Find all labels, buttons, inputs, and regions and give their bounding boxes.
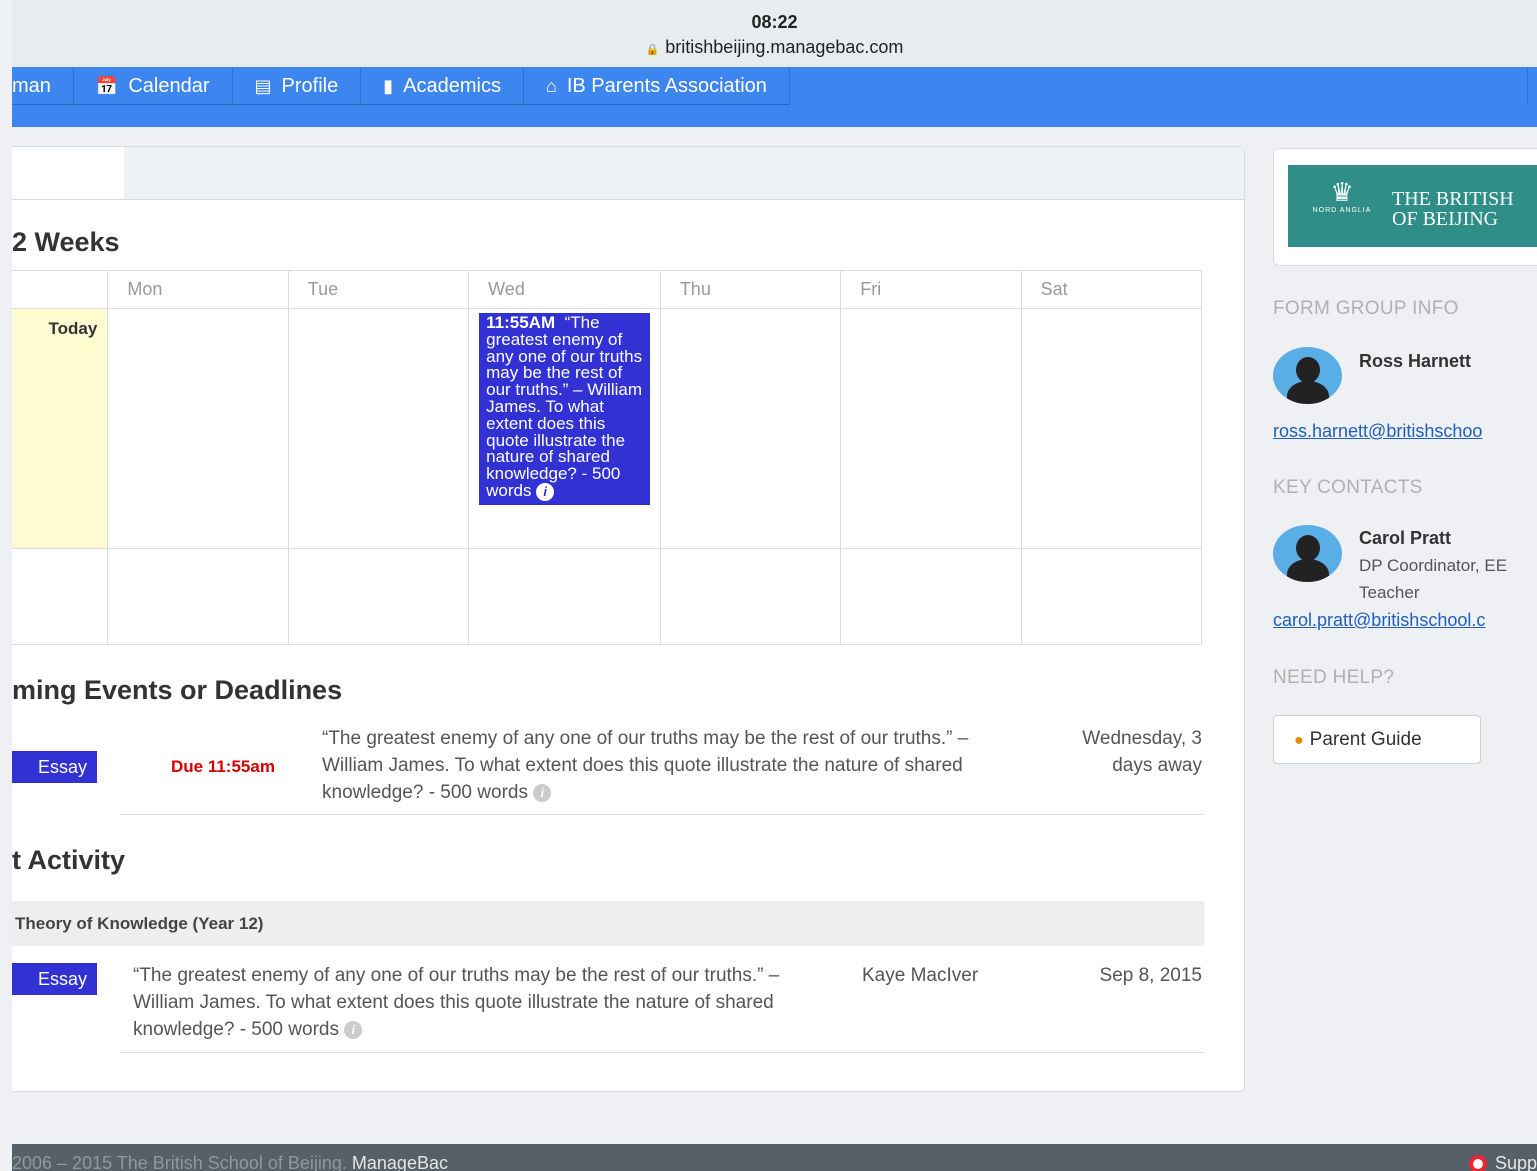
calendar-cell[interactable] [107,548,289,645]
school-logo-box: ♛ NORD ANGLIA THE BRITISH OF BEIJING [1273,148,1537,266]
contact-email[interactable]: carol.pratt@britishschool.c [1273,610,1485,631]
footer: 2006 – 2015 The British School of Beijin… [12,1144,1537,1171]
calendar-cell[interactable] [287,308,470,549]
calendar-event[interactable]: 11:55AM “The greatest enemy of any one o… [479,313,650,505]
activity-date: Sep 8, 2015 [1099,965,1202,986]
today-label: Today [12,308,109,549]
parent-guide-button[interactable]: ● Parent Guide [1273,715,1481,764]
day-header-mon: Mon [107,270,289,309]
calendar-corner [12,270,109,309]
event-text: “The greatest enemy of any one of our tr… [486,313,643,500]
footer-brand-link[interactable]: ManageBac [352,1153,448,1171]
contact-role-line-2: Teacher [1359,583,1420,602]
nav-item-partial[interactable]: man [12,67,74,105]
contact-name: Carol Pratt [1359,528,1452,548]
activity-author: Kaye MacIver [862,965,979,986]
calendar-cell[interactable] [468,548,661,645]
footer-copyright: 2006 – 2015 The British School of Beijin… [12,1153,347,1171]
calendar-cell[interactable] [107,308,289,549]
due-time: Due 11:55am [171,757,275,776]
divider [120,1052,1204,1053]
calendar-icon: 📅 [95,75,119,96]
day-header-tue: Tue [287,270,470,309]
main-panel: 2 Weeks Mon Tue Wed Thu Fri Sat Today 11… [12,146,1245,1092]
lifebuoy-icon [1468,1155,1487,1171]
form-tutor-email[interactable]: ross.harnett@britishschoo [1273,421,1482,442]
activity-text: “The greatest enemy of any one of our tr… [133,965,780,1040]
day-header-fri: Fri [840,270,1022,309]
need-help-heading: NEED HELP? [1273,667,1395,688]
users-icon: ● [1294,732,1304,749]
calendar-title: 2 Weeks [12,227,120,257]
activity-title: t Activity [12,845,126,875]
profile-card-icon: ▤ [254,75,272,96]
panel-tab[interactable] [12,147,124,200]
day-header-thu: Thu [659,270,842,309]
nav-edge [1527,67,1537,105]
activity-description[interactable]: “The greatest enemy of any one of our tr… [133,962,833,1043]
upcoming-title: ming Events or Deadlines [12,675,343,705]
nav-item-label: Academics [403,74,501,97]
calendar-cell[interactable] [840,548,1022,645]
nav-item-ib-parents-association[interactable]: ⌂ IB Parents Association [524,67,790,105]
nav-item-calendar[interactable]: 📅 Calendar [74,67,233,105]
form-group-heading: FORM GROUP INFO [1273,298,1459,319]
nav-item-label: Profile [281,74,339,97]
clock: 08:22 [751,12,798,32]
activity-group-header[interactable]: Theory of Knowledge (Year 12) [12,901,1204,946]
key-contacts-heading: KEY CONTACTS [1273,477,1423,498]
lock-icon: 🔒 [645,44,660,56]
calendar-cell[interactable] [840,308,1022,549]
info-icon[interactable]: i [344,1020,363,1039]
calendar-cell[interactable] [659,308,842,549]
browser-status-bar: 08:22 🔒 britishbeijing.managebac.com [12,0,1537,68]
calendar-cell[interactable] [1020,308,1203,549]
calendar-cell[interactable]: 11:55AM “The greatest enemy of any one o… [468,308,661,549]
essay-badge[interactable]: Essay [12,751,98,783]
two-week-calendar: Mon Tue Wed Thu Fri Sat Today 11:55AM “T… [12,270,1203,645]
panel-header-strip [124,147,1244,200]
support-link[interactable]: Supp [1468,1144,1537,1171]
crown-crest-icon: ♛ NORD ANGLIA [1312,177,1372,214]
avatar [1273,525,1342,582]
nav-item-label: IB Parents Association [566,74,767,97]
parent-guide-label: Parent Guide [1309,729,1422,750]
divider [120,814,1204,815]
nav-item-academics[interactable]: ▮ Academics [361,67,524,105]
support-label: Supp [1494,1153,1537,1171]
nav-item-label: man [12,74,51,97]
calendar-cell[interactable] [659,548,842,645]
top-navigation: man 📅 Calendar ▤ Profile ▮ Academics ⌂ IB Pa… [12,67,1537,127]
book-icon: ▮ [383,75,394,96]
nav-item-label: Calendar [128,74,210,97]
info-icon[interactable]: i [536,482,555,501]
info-icon[interactable]: i [533,783,552,802]
contact-role: DP Coordinator, EE [1359,556,1508,575]
day-header-wed: Wed [468,270,661,309]
calendar-cell[interactable] [287,548,470,645]
form-tutor-name: Ross Harnett [1359,351,1472,371]
url-text: britishbeijing.managebac.com [665,37,904,57]
address-bar[interactable]: 🔒 britishbeijing.managebac.com [12,37,1537,58]
logo-line-2: OF BEIJING [1392,208,1499,230]
avatar [1273,347,1342,404]
upcoming-when: Wednesday, 3 days away [1082,728,1202,776]
home-icon: ⌂ [545,75,557,96]
calendar-cell [12,548,109,645]
essay-badge[interactable]: Essay [12,963,98,995]
logo-line-1: THE BRITISH [1392,188,1514,210]
page: 08:22 🔒 britishbeijing.managebac.com man … [12,0,1537,1171]
day-header-sat: Sat [1020,270,1203,309]
upcoming-text: “The greatest enemy of any one of our tr… [322,728,969,803]
nav-item-profile[interactable]: ▤ Profile [233,67,362,105]
school-logo: ♛ NORD ANGLIA THE BRITISH OF BEIJING [1288,165,1537,247]
upcoming-description[interactable]: “The greatest enemy of any one of our tr… [322,725,1027,806]
calendar-cell[interactable] [1020,548,1203,645]
